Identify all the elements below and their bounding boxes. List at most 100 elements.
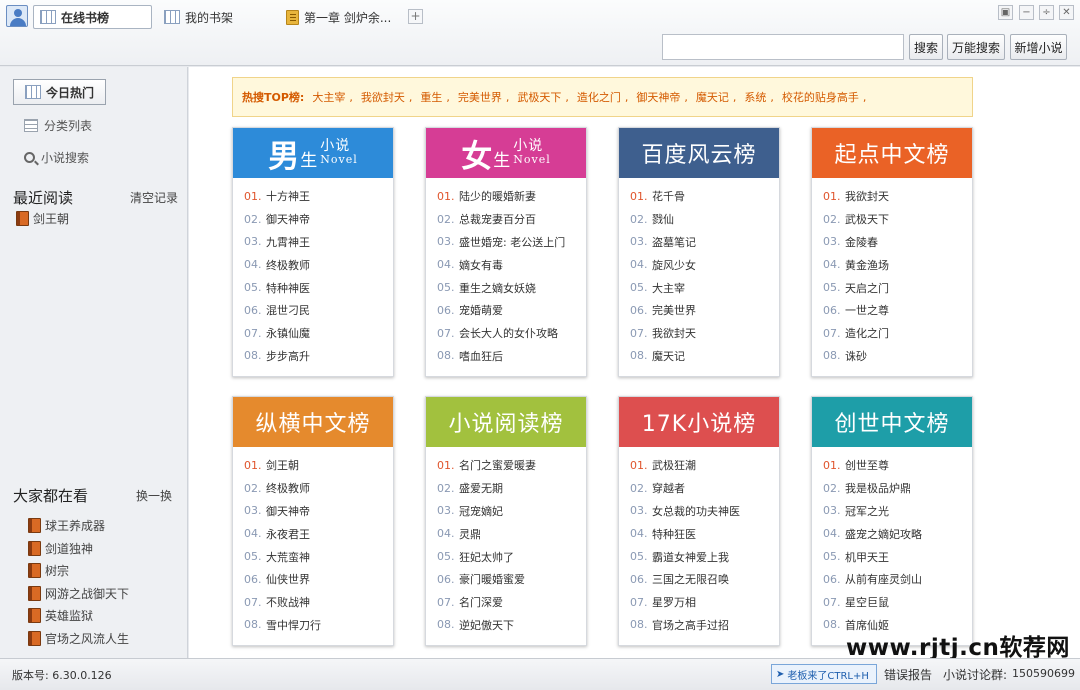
book-title-link[interactable]: 武极狂潮: [652, 457, 696, 473]
ranking-item[interactable]: 07. 造化之门: [823, 322, 972, 345]
restore-icon[interactable]: ▣: [998, 5, 1013, 20]
ranking-item[interactable]: 02. 武极天下: [823, 208, 972, 231]
ranking-item[interactable]: 01. 十方神王: [244, 185, 393, 208]
boss-key-button[interactable]: ➤ 老板来了CTRL+H: [771, 664, 877, 684]
error-report-link[interactable]: 错误报告: [884, 666, 932, 683]
add-novel-button[interactable]: 新增小说: [1010, 34, 1067, 60]
ranking-item[interactable]: 07. 会长大人的女仆攻略: [437, 322, 586, 345]
ranking-item[interactable]: 03. 冠宠嫡妃: [437, 500, 586, 523]
ranking-item[interactable]: 03. 御天神帝: [244, 500, 393, 523]
hot-keyword-link[interactable]: 造化之门: [577, 91, 621, 104]
book-title-link[interactable]: 冠宠嫡妃: [459, 503, 503, 519]
popular-book-item[interactable]: 树宗: [28, 562, 69, 579]
book-title-link[interactable]: 机甲天王: [845, 549, 889, 565]
hot-keyword-link[interactable]: 完美世界: [458, 91, 502, 104]
book-title-link[interactable]: 九霄神王: [266, 234, 310, 250]
hot-keyword-link[interactable]: 校花的贴身高手: [782, 91, 859, 104]
ranking-item[interactable]: 03. 女总裁的功夫神医: [630, 500, 779, 523]
ranking-item[interactable]: 08. 步步高升: [244, 345, 393, 368]
ranking-card-header[interactable]: 纵横中文榜: [233, 397, 393, 447]
ranking-card-header[interactable]: 男生小说 Novel: [233, 128, 393, 178]
book-title-link[interactable]: 大荒蛮神: [266, 549, 310, 565]
hot-keyword-link[interactable]: 我欲封天: [361, 91, 405, 104]
book-title-link[interactable]: 霸道女神爱上我: [652, 549, 729, 565]
ranking-card-header[interactable]: 创世中文榜: [812, 397, 972, 447]
ranking-item[interactable]: 02. 总裁宠妻百分百: [437, 208, 586, 231]
book-title-link[interactable]: 武极天下: [845, 211, 889, 227]
ranking-item[interactable]: 04. 灵鼎: [437, 522, 586, 545]
ranking-item[interactable]: 04. 盛宠之嫡妃攻略: [823, 522, 972, 545]
book-title-link[interactable]: 魔天记: [652, 348, 685, 364]
book-title-link[interactable]: 从前有座灵剑山: [845, 571, 922, 587]
book-title-link[interactable]: 御天神帝: [266, 503, 310, 519]
book-title-link[interactable]: 旋风少女: [652, 257, 696, 273]
category-list-link[interactable]: 分类列表: [24, 115, 92, 135]
ranking-item[interactable]: 07. 名门深爱: [437, 591, 586, 614]
book-title-link[interactable]: 天启之门: [845, 280, 889, 296]
ranking-item[interactable]: 02. 我是极品炉鼎: [823, 477, 972, 500]
ranking-item[interactable]: 03. 盗墓笔记: [630, 231, 779, 254]
book-title-link[interactable]: 终极教师: [266, 480, 310, 496]
book-title-link[interactable]: 步步高升: [266, 348, 310, 364]
super-search-button[interactable]: 万能搜索: [947, 34, 1005, 60]
book-title-link[interactable]: 我欲封天: [652, 325, 696, 341]
ranking-item[interactable]: 01. 花千骨: [630, 185, 779, 208]
add-tab-button[interactable]: +: [408, 9, 423, 24]
book-title-link[interactable]: 花千骨: [652, 188, 685, 204]
ranking-item[interactable]: 01. 陆少的暖婚新妻: [437, 185, 586, 208]
book-title-link[interactable]: 我欲封天: [845, 188, 889, 204]
book-title-link[interactable]: 创世至尊: [845, 457, 889, 473]
ranking-item[interactable]: 07. 永镇仙魔: [244, 322, 393, 345]
ranking-item[interactable]: 07. 星空巨鼠: [823, 591, 972, 614]
book-title-link[interactable]: 一世之尊: [845, 302, 889, 318]
ranking-item[interactable]: 07. 我欲封天: [630, 322, 779, 345]
ranking-item[interactable]: 07. 星罗万相: [630, 591, 779, 614]
book-title-link[interactable]: 盛世婚宠: 老公送上门: [459, 234, 565, 250]
ranking-item[interactable]: 01. 我欲封天: [823, 185, 972, 208]
ranking-item[interactable]: 02. 穿越者: [630, 477, 779, 500]
tile-icon[interactable]: ÷: [1039, 5, 1054, 20]
book-title-link[interactable]: 黄金渔场: [845, 257, 889, 273]
ranking-item[interactable]: 08. 嗜血狂后: [437, 345, 586, 368]
popular-book-item[interactable]: 剑道独神: [28, 540, 93, 557]
ranking-item[interactable]: 05. 特种神医: [244, 276, 393, 299]
book-title-link[interactable]: 不败战神: [266, 594, 310, 610]
ranking-item[interactable]: 06. 豪门暖婚蜜爱: [437, 568, 586, 591]
book-title-link[interactable]: 盗墓笔记: [652, 234, 696, 250]
ranking-item[interactable]: 06. 仙侠世界: [244, 568, 393, 591]
book-title-link[interactable]: 永镇仙魔: [266, 325, 310, 341]
book-title-link[interactable]: 完美世界: [652, 302, 696, 318]
hot-keyword-link[interactable]: 大主宰: [312, 91, 345, 104]
popular-book-item[interactable]: 球王养成器: [28, 517, 105, 534]
book-title-link[interactable]: 诛砂: [845, 348, 867, 364]
hot-keyword-link[interactable]: 系统: [744, 91, 766, 104]
book-title-link[interactable]: 混世刁民: [266, 302, 310, 318]
ranking-item[interactable]: 04. 嫡女有毒: [437, 253, 586, 276]
hot-keyword-link[interactable]: 御天神帝: [636, 91, 680, 104]
book-title-link[interactable]: 穿越者: [652, 480, 685, 496]
search-input[interactable]: [662, 34, 904, 60]
ranking-card-header[interactable]: 百度风云榜: [619, 128, 779, 178]
ranking-card-header[interactable]: 17K小说榜: [619, 397, 779, 447]
novel-search-link[interactable]: 小说搜索: [24, 147, 89, 167]
book-title-link[interactable]: 盛爱无期: [459, 480, 503, 496]
book-title-link[interactable]: 宠婚萌爱: [459, 302, 503, 318]
book-title-link[interactable]: 我是极品炉鼎: [845, 480, 911, 496]
book-title-link[interactable]: 特种神医: [266, 280, 310, 296]
ranking-item[interactable]: 05. 天启之门: [823, 276, 972, 299]
book-title-link[interactable]: 陆少的暖婚新妻: [459, 188, 536, 204]
refresh-link[interactable]: 换一换: [136, 487, 172, 504]
ranking-item[interactable]: 01. 名门之蜜爱暖妻: [437, 454, 586, 477]
minimize-icon[interactable]: −: [1019, 5, 1034, 20]
ranking-item[interactable]: 02. 御天神帝: [244, 208, 393, 231]
ranking-item[interactable]: 04. 黄金渔场: [823, 253, 972, 276]
ranking-item[interactable]: 08. 雪中悍刀行: [244, 614, 393, 637]
search-button[interactable]: 搜索: [909, 34, 943, 60]
user-avatar-icon[interactable]: [6, 5, 28, 27]
book-title-link[interactable]: 狂妃太帅了: [459, 549, 514, 565]
book-title-link[interactable]: 大主宰: [652, 280, 685, 296]
ranking-card-header[interactable]: 起点中文榜: [812, 128, 972, 178]
ranking-item[interactable]: 04. 旋风少女: [630, 253, 779, 276]
today-hot-button[interactable]: 今日热门: [13, 79, 106, 105]
ranking-item[interactable]: 06. 三国之无限召唤: [630, 568, 779, 591]
